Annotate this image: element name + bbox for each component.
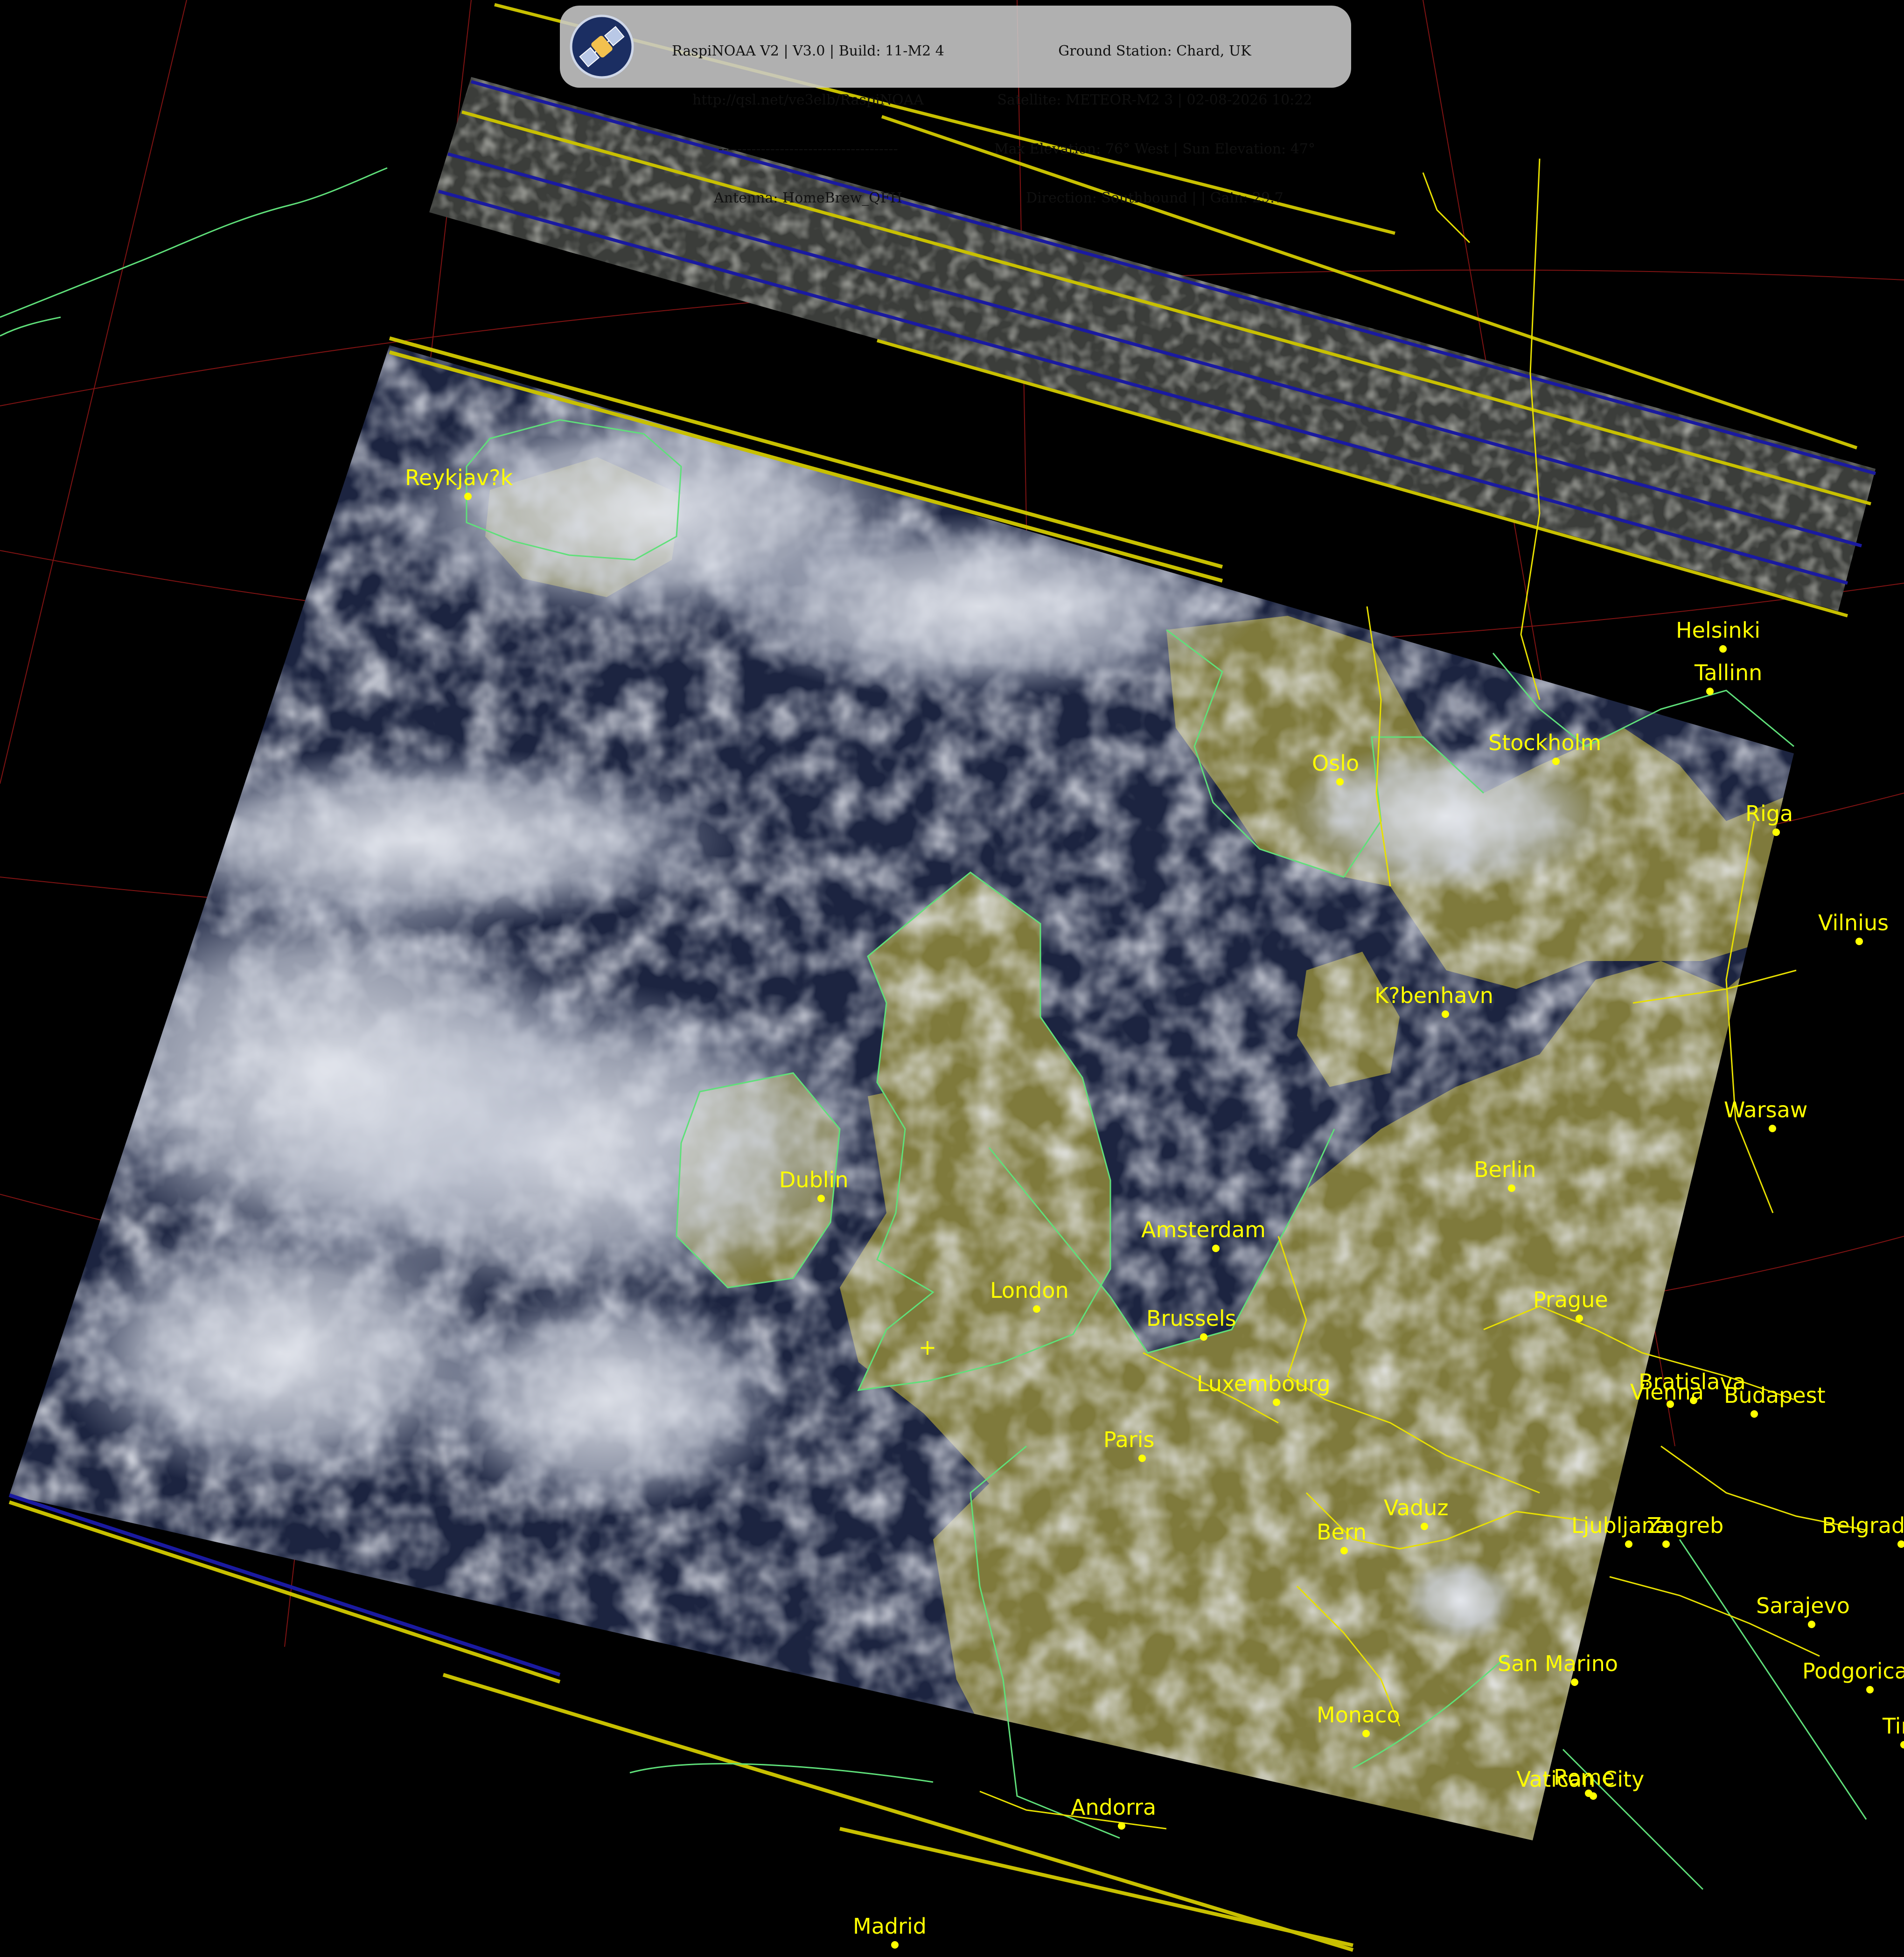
- city-dot: [1866, 1686, 1874, 1693]
- city-dot: [1667, 1400, 1674, 1408]
- city-label: Vienna: [1630, 1379, 1704, 1405]
- city-dot: [1571, 1678, 1578, 1686]
- satellite-icon: [570, 14, 634, 79]
- city-label: Berlin: [1474, 1157, 1536, 1182]
- city-label: Warsaw: [1724, 1097, 1807, 1122]
- info-direction: Direction: Southbound | | Gain: 29.7: [1026, 190, 1283, 206]
- city-label: Vaduz: [1384, 1495, 1449, 1520]
- city-tirana: Tirana: [1882, 1713, 1904, 1748]
- city-label: London: [990, 1278, 1069, 1303]
- city-vilnius: Vilnius: [1818, 910, 1889, 945]
- city-dot: [1772, 829, 1780, 836]
- city-dot: [1897, 1540, 1904, 1548]
- city-label: Vilnius: [1818, 910, 1889, 935]
- city-dot: [1769, 1125, 1776, 1132]
- city-dot: [1706, 688, 1714, 695]
- info-antenna: Antenna: HomeBrew_QFH: [714, 190, 902, 206]
- info-elevation: Max Elevation: 76° West | Sun Elevation:…: [994, 141, 1315, 157]
- city-label: Zagreb: [1647, 1513, 1723, 1538]
- city-label: Oslo: [1312, 751, 1359, 776]
- city-podgorica: Podgorica: [1802, 1658, 1904, 1693]
- city-dot: [1625, 1540, 1632, 1548]
- city-dot: [891, 1941, 899, 1949]
- city-warsaw: Warsaw: [1724, 1097, 1807, 1132]
- city-dot: [817, 1195, 825, 1202]
- city-label: Belgrade: [1822, 1513, 1904, 1538]
- city-dot: [1552, 758, 1560, 765]
- city-helsinki: Helsinki: [1676, 618, 1760, 653]
- city-dot: [1808, 1621, 1815, 1628]
- city-sarajevo: Sarajevo: [1756, 1593, 1850, 1628]
- city-rome: Rome: [1554, 1765, 1615, 1800]
- info-ground-station: Ground Station: Chard, UK: [1058, 43, 1251, 59]
- city-label: Dublin: [779, 1167, 849, 1192]
- city-dot: [1855, 938, 1863, 945]
- city-dot: [1590, 1792, 1597, 1800]
- main-swath: [9, 345, 1794, 1840]
- city-label: Tirana: [1882, 1713, 1904, 1739]
- city-label: Reykjav?k: [405, 465, 513, 490]
- city-label: Riga: [1745, 801, 1793, 826]
- city-dot: [1900, 1741, 1904, 1748]
- city-andorra: Andorra: [1071, 1795, 1156, 1830]
- city-label: Brussels: [1146, 1306, 1236, 1331]
- city-label: Amsterdam: [1141, 1217, 1266, 1242]
- city-label: Rome: [1554, 1765, 1615, 1790]
- city-dot: [1336, 778, 1344, 786]
- city-dot: [1033, 1305, 1040, 1313]
- info-url: http://qsl.net/ve3elb/RaspiNOAA: [692, 92, 924, 108]
- city-label: Bern: [1317, 1519, 1367, 1545]
- city-dot: [1212, 1245, 1220, 1252]
- city-dot: [1719, 645, 1727, 653]
- city-dot: [1118, 1822, 1125, 1830]
- city-dot: [1200, 1333, 1207, 1341]
- city-dot: [464, 493, 472, 500]
- city-dot: [1273, 1399, 1280, 1406]
- city-zagreb: Zagreb: [1647, 1513, 1723, 1548]
- city-label: Monaco: [1317, 1702, 1400, 1727]
- info-separator: --------------------------------------: [718, 141, 898, 157]
- city-dot: [1340, 1547, 1348, 1554]
- city-dot: [1421, 1523, 1428, 1530]
- info-software: RaspiNOAA V2 | V3.0 | Build: 11-M2 4: [672, 43, 944, 59]
- info-panel: RaspiNOAA V2 | V3.0 | Build: 11-M2 4 htt…: [560, 6, 1351, 206]
- city-label: Budapest: [1724, 1383, 1826, 1408]
- city-label: Sarajevo: [1756, 1593, 1850, 1618]
- city-belgrade: Belgrade: [1822, 1513, 1904, 1548]
- city-label: Stockholm: [1488, 730, 1601, 755]
- satellite-map: + Reykjav?k Helsinki Tallinn Oslo Stockholm R…: [0, 0, 1904, 1952]
- city-dot: [1662, 1540, 1670, 1548]
- city-label: Prague: [1533, 1287, 1608, 1312]
- city-budapest: Budapest: [1724, 1383, 1826, 1418]
- city-label: K?benhavn: [1374, 983, 1493, 1008]
- city-label: Paris: [1103, 1427, 1155, 1452]
- city-dot: [1508, 1184, 1515, 1192]
- city-label: Helsinki: [1676, 618, 1760, 643]
- info-left-column: RaspiNOAA V2 | V3.0 | Build: 11-M2 4 htt…: [645, 10, 971, 239]
- city-dot: [1362, 1730, 1370, 1737]
- city-vienna: Vienna: [1630, 1379, 1704, 1408]
- city-dot: [1751, 1410, 1758, 1418]
- city-dot: [1138, 1455, 1146, 1462]
- info-satellite: Satellite: METEOR-M2 3 | 02-08-2026 10:2…: [997, 92, 1312, 108]
- city-label: Madrid: [853, 1914, 927, 1939]
- city-tallinn: Tallinn: [1694, 660, 1762, 695]
- city-label: Andorra: [1071, 1795, 1156, 1820]
- city-dot: [1576, 1315, 1583, 1322]
- satellite-image-stage: + Reykjav?k Helsinki Tallinn Oslo Stockholm R…: [0, 0, 1904, 1955]
- city-label: Luxembourg: [1197, 1371, 1331, 1396]
- info-right-column: Ground Station: Chard, UK Satellite: MET…: [961, 10, 1348, 239]
- city-label: Podgorica: [1802, 1658, 1904, 1684]
- ground-station-marker: +: [919, 1335, 937, 1360]
- city-madrid: Madrid: [853, 1914, 927, 1949]
- city-label: Tallinn: [1694, 660, 1762, 685]
- city-label: San Marino: [1498, 1651, 1618, 1676]
- city-dot: [1442, 1010, 1449, 1018]
